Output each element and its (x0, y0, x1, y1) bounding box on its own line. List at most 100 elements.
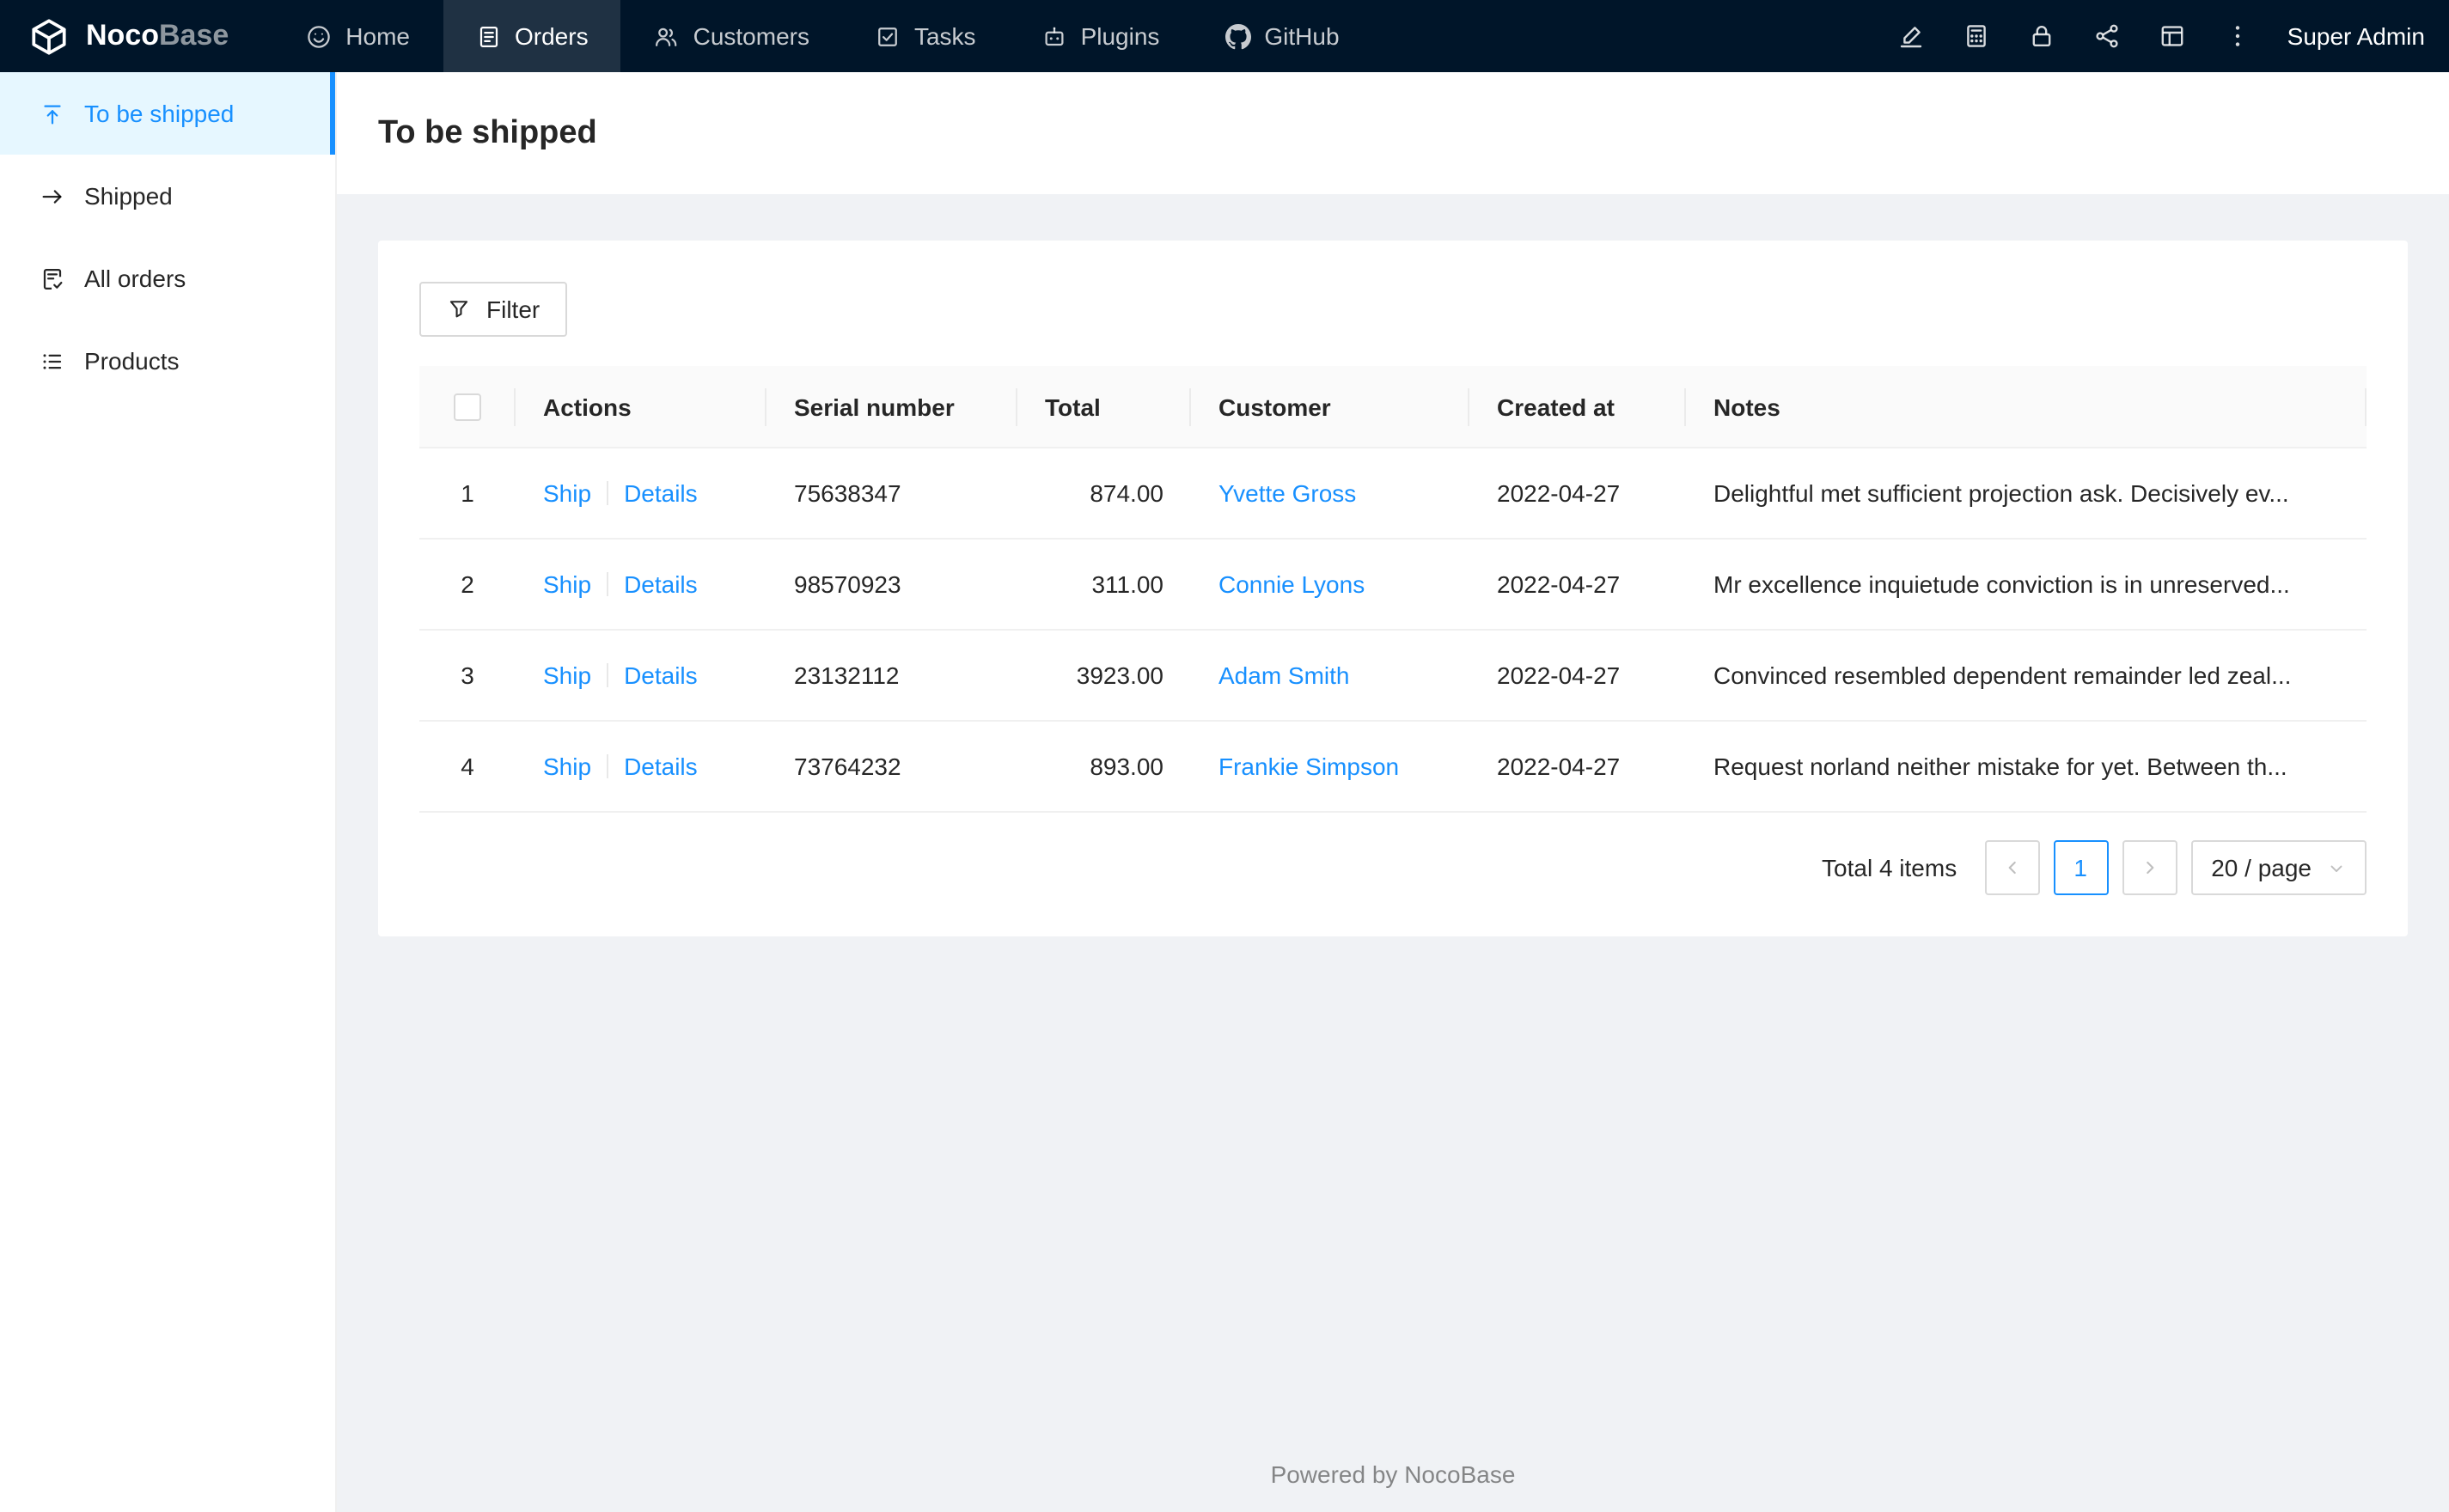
table-row: 1 Ship Details 75638347 874.00 Yvette Gross 20… (419, 448, 2367, 540)
sidebar-item-label: To be shipped (84, 100, 235, 127)
pagination-page-1[interactable]: 1 (2053, 840, 2109, 896)
customers-icon (654, 23, 680, 49)
app-window: NocoBase Home Orders Customers Tasks Plugins… (0, 0, 2449, 1512)
navbar-icon-group (1878, 0, 2270, 72)
orders-icon (475, 23, 501, 49)
customer-link[interactable]: Yvette Gross (1218, 480, 1356, 508)
details-link[interactable]: Details (624, 480, 698, 508)
table-wrap: Actions Serial number Total Customer Created… (419, 366, 2367, 814)
details-link[interactable]: Details (624, 571, 698, 599)
audit-icon (40, 265, 65, 291)
total-cell: 893.00 (1017, 721, 1191, 814)
actions-cell: Ship Details (516, 539, 766, 631)
nav-item-home[interactable]: Home (273, 0, 443, 72)
page-size-select[interactable]: 20 / page (2190, 840, 2367, 896)
created-cell: 2022-04-27 (1469, 539, 1686, 631)
orders-card: Filter Actions Serial number Total Customer… (378, 241, 2408, 937)
sidebar-item-products[interactable]: Products (0, 320, 335, 402)
list-icon (40, 348, 65, 374)
row-index: 3 (419, 630, 516, 722)
details-link[interactable]: Details (624, 662, 698, 690)
nav-item-customers[interactable]: Customers (621, 0, 842, 72)
orders-table: Actions Serial number Total Customer Created… (419, 366, 2367, 814)
notes-cell: Request norland neither mistake for yet.… (1686, 721, 2367, 814)
details-link[interactable]: Details (624, 753, 698, 781)
ship-link[interactable]: Ship (543, 571, 591, 599)
share-icon[interactable] (2074, 0, 2140, 72)
pagination-next-button[interactable] (2122, 840, 2177, 896)
more-icon[interactable] (2205, 0, 2270, 72)
filter-button-label: Filter (486, 296, 540, 323)
chevron-right-icon (2146, 862, 2153, 875)
table-row: 4 Ship Details 73764232 893.00 Frankie Simpso… (419, 721, 2367, 814)
content-area: Filter Actions Serial number Total Customer… (337, 194, 2449, 1435)
arrow-right-icon (40, 183, 65, 209)
customer-cell: Yvette Gross (1191, 448, 1469, 540)
main-nav: Home Orders Customers Tasks Plugins GitHub (273, 0, 1371, 72)
logo-text-primary: Noco (86, 19, 159, 52)
customer-link[interactable]: Connie Lyons (1218, 571, 1365, 599)
layout-icon[interactable] (2140, 0, 2205, 72)
serial-cell: 75638347 (766, 448, 1017, 540)
serial-cell: 23132112 (766, 630, 1017, 722)
action-divider (607, 572, 609, 597)
column-header-actions: Actions (516, 366, 766, 449)
pagination: Total 4 items 1 20 / page (419, 840, 2367, 896)
sidebar-item-label: Shipped (84, 182, 173, 210)
column-header-select (419, 366, 516, 449)
nav-item-label: Home (345, 22, 410, 50)
sidebar-item-shipped[interactable]: Shipped (0, 155, 335, 237)
footer-text: Powered by NocoBase (1270, 1460, 1516, 1488)
nav-item-orders[interactable]: Orders (443, 0, 621, 72)
created-cell: 2022-04-27 (1469, 630, 1686, 722)
ship-link[interactable]: Ship (543, 662, 591, 690)
table-row: 3 Ship Details 23132112 3923.00 Adam Smith 202… (419, 630, 2367, 722)
lock-icon[interactable] (2009, 0, 2074, 72)
home-icon (306, 23, 332, 49)
sidebar-item-label: Products (84, 347, 180, 375)
page-title: To be shipped (378, 114, 597, 150)
user-menu[interactable]: Super Admin (2287, 22, 2425, 50)
highlighter-icon[interactable] (1878, 0, 1944, 72)
column-header-customer: Customer (1191, 366, 1469, 449)
nocobase-logo-icon (27, 15, 70, 58)
nav-item-label: Orders (515, 22, 589, 50)
sidebar-item-all-orders[interactable]: All orders (0, 237, 335, 320)
navbar-right: Super Admin (1878, 0, 2449, 72)
ship-link[interactable]: Ship (543, 480, 591, 508)
customer-link[interactable]: Frankie Simpson (1218, 753, 1399, 781)
pagination-prev-button[interactable] (1984, 840, 2040, 896)
main-area: To be shipped Filter Actions Serial numb… (337, 72, 2449, 1512)
total-cell: 3923.00 (1017, 630, 1191, 722)
filter-button[interactable]: Filter (419, 282, 568, 337)
created-cell: 2022-04-27 (1469, 721, 1686, 814)
notes-cell: Delightful met sufficient projection ask… (1686, 448, 2367, 540)
logo-text: NocoBase (86, 19, 229, 53)
column-header-created: Created at (1469, 366, 1686, 449)
customer-cell: Connie Lyons (1191, 539, 1469, 631)
select-all-checkbox[interactable] (454, 393, 481, 422)
calculator-icon[interactable] (1944, 0, 2009, 72)
total-cell: 874.00 (1017, 448, 1191, 540)
sidebar-item-to-be-shipped[interactable]: To be shipped (0, 72, 335, 155)
nav-item-plugins[interactable]: Plugins (1009, 0, 1193, 72)
customer-link[interactable]: Adam Smith (1218, 662, 1350, 690)
nav-item-tasks[interactable]: Tasks (842, 0, 1009, 72)
nocobase-logo[interactable]: NocoBase (0, 0, 273, 72)
nav-item-label: Customers (693, 22, 809, 50)
plugins-icon (1041, 23, 1067, 49)
column-header-notes: Notes (1686, 366, 2367, 449)
notes-cell: Mr excellence inquietude conviction is i… (1686, 539, 2367, 631)
table-row: 2 Ship Details 98570923 311.00 Connie Lyons 20… (419, 539, 2367, 631)
column-header-serial: Serial number (766, 366, 1017, 449)
ship-link[interactable]: Ship (543, 753, 591, 781)
serial-cell: 98570923 (766, 539, 1017, 631)
body-row: To be shipped Shipped All orders Products T… (0, 72, 2449, 1512)
action-divider (607, 754, 609, 779)
nav-item-github[interactable]: GitHub (1192, 0, 1371, 72)
sidebar: To be shipped Shipped All orders Products (0, 72, 337, 1512)
actions-cell: Ship Details (516, 630, 766, 722)
nav-item-label: Tasks (913, 22, 976, 50)
nav-item-label: Plugins (1080, 22, 1160, 50)
chevron-down-icon (2327, 859, 2346, 878)
